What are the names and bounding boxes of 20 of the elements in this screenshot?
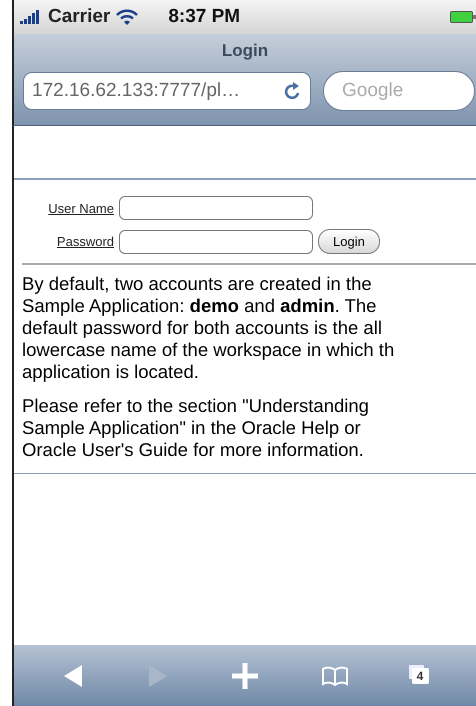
field-label[interactable]: Password: [22, 234, 114, 249]
add-icon[interactable]: [232, 662, 258, 688]
carrier-name: Carrier: [48, 6, 110, 28]
page-title: Login: [220, 40, 270, 62]
book-icon[interactable]: [320, 666, 348, 686]
reload-icon[interactable]: [284, 81, 302, 101]
input-field[interactable]: [119, 196, 313, 220]
pages-button[interactable]: 4: [412, 668, 428, 684]
info-paragraph: By default, two accounts are created in the Sample Application: demo and admin. The default password for both accounts is the all lowercase name of the workspace in which th application is located.: [22, 273, 396, 383]
signal-icon: [20, 10, 42, 24]
back-icon[interactable]: [62, 664, 84, 688]
address-field[interactable]: 172.16.62.133:7777/pl…: [23, 72, 311, 110]
status-time: 8:37 PM: [168, 6, 240, 28]
info-paragraph: Please refer to the section "Understanding Sample Application" in the Oracle Help or Oracle User's Guide for more information.: [22, 395, 370, 461]
input-field[interactable]: [119, 230, 313, 254]
field-label[interactable]: User Name: [22, 200, 114, 216]
login-button[interactable]: Login: [318, 229, 380, 254]
wifi-icon: [116, 9, 138, 25]
battery-icon: [450, 11, 476, 23]
search-field[interactable]: Google: [323, 71, 475, 111]
